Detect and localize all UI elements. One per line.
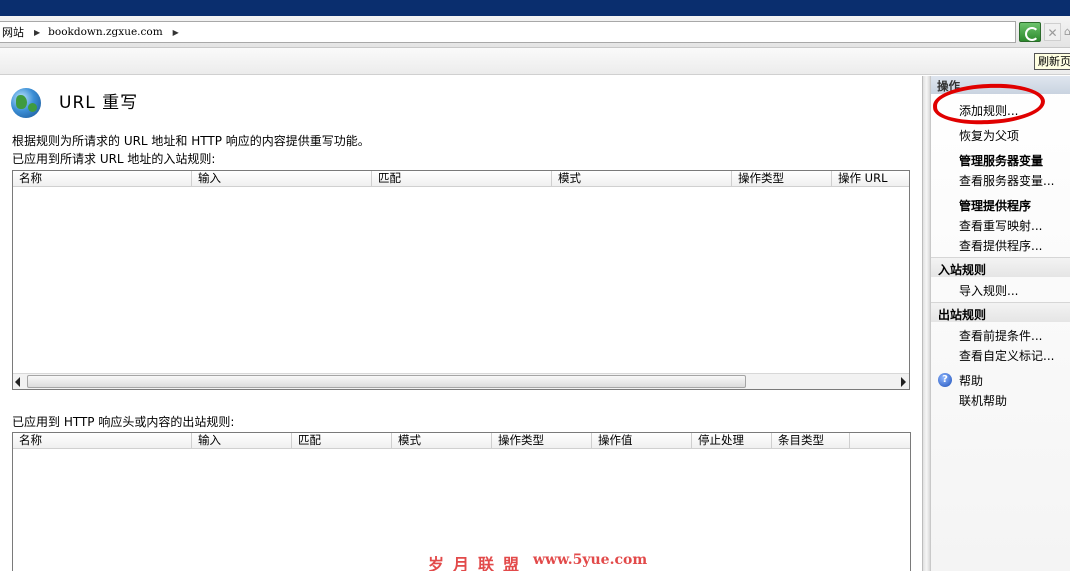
view-rewrite-maps-link[interactable]: 查看重写映射... bbox=[959, 217, 1042, 234]
inbound-rules-caption: 已应用到所请求 URL 地址的入站规则: bbox=[12, 152, 216, 166]
actions-pane: 操作 添加规则... 恢复为父项 管理服务器变量 查看服务器变量... 管理提供… bbox=[930, 76, 1070, 571]
import-rules-link[interactable]: 导入规则... bbox=[959, 282, 1018, 299]
column-header-name[interactable]: 名称 bbox=[13, 171, 192, 186]
address-bar: 网站 ▶ bookdown.zgxue.com ▶ ✕ ⌂ bbox=[0, 16, 1070, 48]
column-header-input[interactable]: 输入 bbox=[192, 171, 372, 186]
breadcrumb-root[interactable]: 网站 bbox=[0, 24, 24, 40]
column-header-input[interactable]: 输入 bbox=[192, 433, 292, 448]
breadcrumb-host[interactable]: bookdown.zgxue.com bbox=[48, 26, 163, 38]
column-header-pattern[interactable]: 模式 bbox=[392, 433, 492, 448]
inbound-rules-header: 名称 输入 匹配 模式 操作类型 操作 URL bbox=[13, 171, 909, 187]
scrollbar-thumb[interactable] bbox=[27, 375, 746, 388]
view-providers-link[interactable]: 查看提供程序... bbox=[959, 237, 1042, 254]
globe-icon bbox=[11, 88, 41, 118]
outbound-rules-section: 出站规则 bbox=[931, 302, 1070, 322]
column-header-action-type[interactable]: 操作类型 bbox=[492, 433, 592, 448]
breadcrumb[interactable]: 网站 ▶ bookdown.zgxue.com ▶ bbox=[0, 21, 1016, 43]
refresh-go-button[interactable] bbox=[1019, 22, 1041, 42]
breadcrumb-separator-icon[interactable]: ▶ bbox=[173, 28, 179, 37]
column-header-stop-processing[interactable]: 停止处理 bbox=[692, 433, 772, 448]
revert-to-parent-link[interactable]: 恢复为父项 bbox=[959, 127, 1019, 144]
horizontal-scrollbar[interactable] bbox=[13, 373, 909, 389]
watermark-url: www.5yue.com bbox=[533, 552, 648, 568]
breadcrumb-separator-icon[interactable]: ▶ bbox=[34, 28, 40, 37]
watermark-text: 岁月联盟 bbox=[428, 555, 529, 571]
column-header-name[interactable]: 名称 bbox=[13, 433, 192, 448]
feature-description: 根据规则为所请求的 URL 地址和 HTTP 响应的内容提供重写功能。 bbox=[12, 134, 370, 148]
view-custom-tags-link[interactable]: 查看自定义标记... bbox=[959, 347, 1054, 364]
view-server-variables-link[interactable]: 查看服务器变量... bbox=[959, 172, 1054, 189]
manage-server-variables-heading: 管理服务器变量 bbox=[959, 154, 1044, 168]
help-link[interactable]: 帮助 bbox=[959, 372, 983, 389]
pane-splitter[interactable] bbox=[922, 76, 930, 571]
column-header-action-url[interactable]: 操作 URL bbox=[832, 171, 909, 186]
view-preconditions-link[interactable]: 查看前提条件... bbox=[959, 327, 1042, 344]
page-title: URL 重写 bbox=[59, 93, 139, 113]
scroll-right-icon[interactable] bbox=[901, 377, 906, 387]
online-help-link[interactable]: 联机帮助 bbox=[959, 392, 1007, 409]
manage-providers-heading: 管理提供程序 bbox=[959, 199, 1032, 213]
column-header-action-type[interactable]: 操作类型 bbox=[732, 171, 832, 186]
refresh-tooltip: 刷新页 bbox=[1034, 53, 1070, 70]
outbound-rules-header: 名称 输入 匹配 模式 操作类型 操作值 停止处理 条目类型 bbox=[13, 433, 910, 449]
feature-panel: URL 重写 根据规则为所请求的 URL 地址和 HTTP 响应的内容提供重写功… bbox=[0, 76, 922, 571]
title-bar bbox=[0, 0, 1070, 16]
column-header-pattern[interactable]: 模式 bbox=[552, 171, 732, 186]
inbound-rules-section: 入站规则 bbox=[931, 257, 1070, 277]
scroll-left-icon[interactable] bbox=[15, 377, 20, 387]
column-header-entry-type[interactable]: 条目类型 bbox=[772, 433, 850, 448]
inbound-rules-grid[interactable]: 名称 输入 匹配 模式 操作类型 操作 URL bbox=[12, 170, 910, 390]
outbound-rules-caption: 已应用到 HTTP 响应头或内容的出站规则: bbox=[12, 415, 235, 429]
column-header-match[interactable]: 匹配 bbox=[372, 171, 552, 186]
outbound-rules-section-label: 出站规则 bbox=[938, 308, 987, 322]
home-icon[interactable]: ⌂ bbox=[1064, 23, 1070, 41]
stop-button[interactable]: ✕ bbox=[1044, 23, 1061, 41]
inbound-rules-section-label: 入站规则 bbox=[938, 263, 987, 277]
menu-strip: 刷新页 bbox=[0, 48, 1070, 75]
column-header-action-value[interactable]: 操作值 bbox=[592, 433, 692, 448]
help-icon[interactable]: ? bbox=[938, 373, 952, 387]
column-header-match[interactable]: 匹配 bbox=[292, 433, 392, 448]
